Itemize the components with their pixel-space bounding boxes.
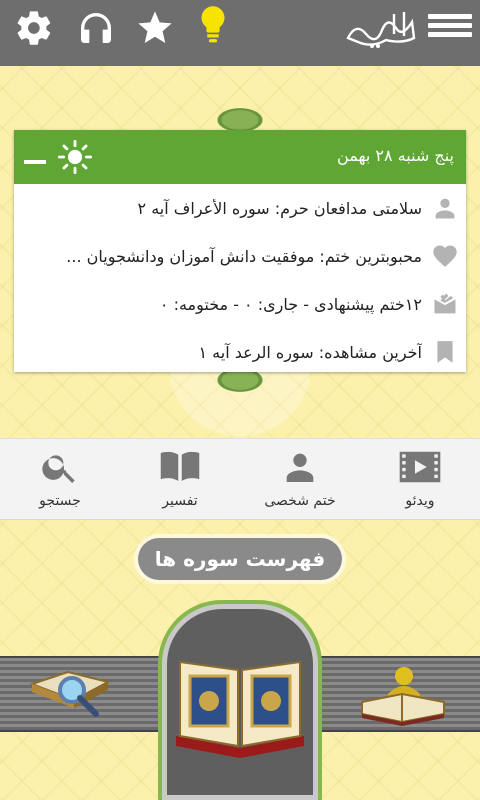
card-header: پنج شنبه ۲۸ بهمن [14, 130, 466, 184]
gear-icon[interactable] [14, 8, 54, 48]
tab-tafsir[interactable]: تفسیر [130, 439, 230, 521]
card-row-text: آخرین مشاهده: سوره الرعد آیه ۱ [198, 342, 423, 362]
search-icon [40, 447, 80, 487]
mail-open-icon [430, 289, 460, 319]
info-card: پنج شنبه ۲۸ بهمن سلامتی مدافعان حرم: سور… [14, 130, 466, 372]
person-icon [430, 193, 460, 223]
reader-book-icon[interactable] [358, 664, 448, 732]
card-row-favorite[interactable]: محبوبترین ختم: موفقیت دانش آموزان ودانشج… [14, 232, 466, 280]
card-row-text: ۱۲ختم پیشنهادی - جاری: ۰ - مختومه: ۰ [159, 294, 422, 314]
feature-tabs: جستجو تفسیر ختم شخصی ویدئو [0, 438, 480, 520]
tab-label: جستجو [39, 493, 81, 509]
tab-label: ویدئو [405, 493, 435, 509]
card-row-dedication[interactable]: سلامتی مدافعان حرم: سوره الأعراف آیه ۲ [14, 184, 466, 232]
app-logo [342, 8, 424, 54]
card-row-suggested[interactable]: ۱۲ختم پیشنهادی - جاری: ۰ - مختومه: ۰ [14, 280, 466, 328]
video-icon [398, 447, 442, 487]
heart-icon [430, 241, 460, 271]
surah-list-button[interactable]: فهرست سوره ها [138, 538, 342, 580]
headphones-icon[interactable] [76, 8, 116, 48]
card-row-text: محبوبترین ختم: موفقیت دانش آموزان ودانشج… [66, 246, 422, 266]
top-bar [0, 0, 480, 66]
collapse-icon[interactable] [24, 160, 46, 164]
lightbulb-icon[interactable] [193, 6, 233, 46]
person-icon [280, 447, 320, 487]
card-row-last-viewed[interactable]: آخرین مشاهده: سوره الرعد آیه ۱ [14, 328, 466, 376]
star-icon[interactable] [135, 8, 175, 48]
quran-search-icon[interactable] [28, 660, 112, 728]
tab-personal-khatm[interactable]: ختم شخصی [250, 439, 350, 521]
tab-search[interactable]: جستجو [10, 439, 110, 521]
date-label: پنج شنبه ۲۸ بهمن [337, 146, 454, 165]
book-icon [159, 447, 201, 487]
quran-book-icon[interactable] [172, 650, 308, 764]
card-row-text: سلامتی مدافعان حرم: سوره الأعراف آیه ۲ [137, 198, 422, 218]
bookmark-icon [430, 337, 460, 367]
menu-icon[interactable] [428, 10, 472, 50]
sun-icon[interactable] [58, 140, 93, 178]
tab-label: تفسیر [162, 493, 198, 509]
tab-video[interactable]: ویدئو [370, 439, 470, 521]
tab-label: ختم شخصی [264, 493, 336, 509]
